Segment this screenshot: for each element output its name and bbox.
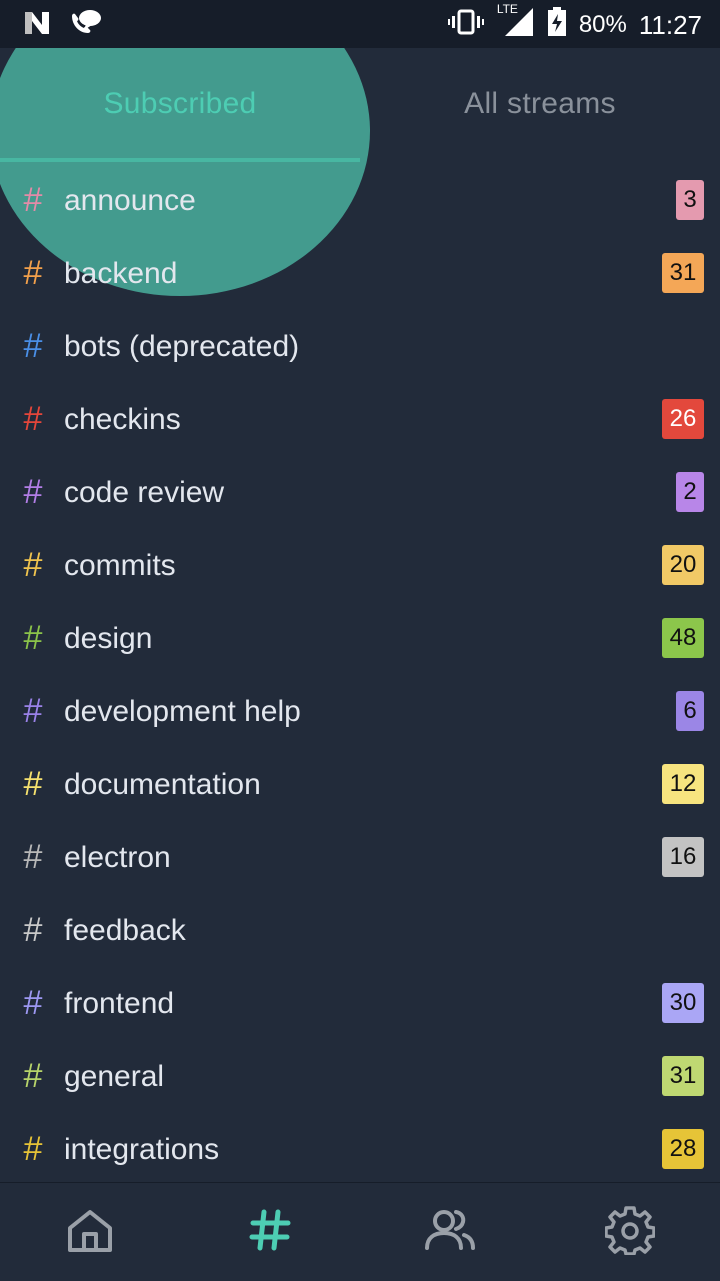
unread-count-badge: 6	[676, 691, 704, 731]
status-bar: LTE 80% 11:27	[0, 0, 720, 48]
stream-hash-icon: #	[23, 838, 43, 876]
clock: 11:27	[638, 9, 702, 40]
stream-row[interactable]: # development help 6	[0, 675, 720, 748]
stream-row[interactable]: # bots (deprecated)	[0, 310, 720, 383]
hash-icon	[248, 1208, 292, 1257]
tab-all-streams[interactable]: All streams	[360, 48, 720, 160]
nav-people-button[interactable]	[360, 1183, 540, 1281]
stream-hash-icon: #	[23, 911, 43, 949]
stream-hash-icon: #	[23, 1130, 43, 1168]
stream-row[interactable]: # announce 3	[0, 164, 720, 237]
unread-count-badge: 26	[662, 399, 704, 439]
stream-list: # announce 3 # backend 31 # bots (deprecated) # c…	[0, 164, 720, 1186]
stream-name: checkins	[64, 402, 181, 436]
stream-tabs: Subscribed All streams	[0, 48, 720, 162]
unread-count-badge: 12	[662, 764, 704, 804]
stream-name: development help	[64, 694, 301, 728]
stream-row[interactable]: # integrations 28	[0, 1113, 720, 1186]
unread-count-badge: 20	[662, 545, 704, 585]
stream-row[interactable]: # frontend 30	[0, 967, 720, 1040]
stream-hash-icon: #	[23, 327, 43, 365]
people-icon	[424, 1206, 476, 1259]
stream-hash-icon: #	[23, 181, 43, 219]
stream-hash-icon: #	[23, 692, 43, 730]
stream-hash-icon: #	[23, 984, 43, 1022]
chat-notification-icon	[68, 8, 102, 43]
nav-settings-button[interactable]	[540, 1183, 720, 1281]
bottom-nav	[0, 1182, 720, 1281]
battery-level: 80%	[578, 10, 627, 38]
unread-count-badge: 31	[662, 253, 704, 293]
stream-name: integrations	[64, 1132, 220, 1166]
stream-name: code review	[64, 475, 225, 509]
nav-streams-button[interactable]	[180, 1183, 360, 1281]
stream-hash-icon: #	[23, 1057, 43, 1095]
n-notification-icon	[22, 8, 52, 43]
stream-hash-icon: #	[23, 473, 43, 511]
battery-charging-icon	[547, 7, 567, 42]
gear-icon	[604, 1205, 656, 1260]
vibrate-icon	[447, 7, 485, 42]
stream-hash-icon: #	[23, 619, 43, 657]
stream-row[interactable]: # feedback	[0, 894, 720, 967]
tab-subscribed[interactable]: Subscribed	[0, 48, 360, 160]
stream-row[interactable]: # electron 16	[0, 821, 720, 894]
unread-count-badge: 30	[662, 983, 704, 1023]
unread-count-badge: 2	[676, 472, 704, 512]
stream-name: feedback	[64, 913, 186, 947]
stream-row[interactable]: # code review 2	[0, 456, 720, 529]
stream-hash-icon: #	[23, 765, 43, 803]
stream-name: commits	[64, 548, 176, 582]
stream-row[interactable]: # checkins 26	[0, 383, 720, 456]
stream-hash-icon: #	[23, 400, 43, 438]
stream-name: electron	[64, 840, 171, 874]
nav-home-button[interactable]	[0, 1183, 180, 1281]
unread-count-badge: 3	[676, 180, 704, 220]
stream-row[interactable]: # commits 20	[0, 529, 720, 602]
stream-row[interactable]: # documentation 12	[0, 748, 720, 821]
stream-name: general	[64, 1059, 165, 1093]
stream-name: announce	[64, 183, 196, 217]
stream-name: documentation	[64, 767, 261, 801]
unread-count-badge: 48	[662, 618, 704, 658]
stream-name: backend	[64, 256, 178, 290]
stream-row[interactable]: # general 31	[0, 1040, 720, 1113]
signal-icon: LTE	[497, 2, 535, 43]
stream-row[interactable]: # design 48	[0, 602, 720, 675]
stream-hash-icon: #	[23, 546, 43, 584]
home-icon	[66, 1206, 114, 1259]
stream-name: design	[64, 621, 153, 655]
unread-count-badge: 16	[662, 837, 704, 877]
stream-name: bots (deprecated)	[64, 329, 300, 363]
unread-count-badge: 31	[662, 1056, 704, 1096]
stream-row[interactable]: # backend 31	[0, 237, 720, 310]
tab-indicator	[0, 158, 360, 162]
stream-hash-icon: #	[23, 254, 43, 292]
unread-count-badge: 28	[662, 1129, 704, 1169]
stream-name: frontend	[64, 986, 175, 1020]
